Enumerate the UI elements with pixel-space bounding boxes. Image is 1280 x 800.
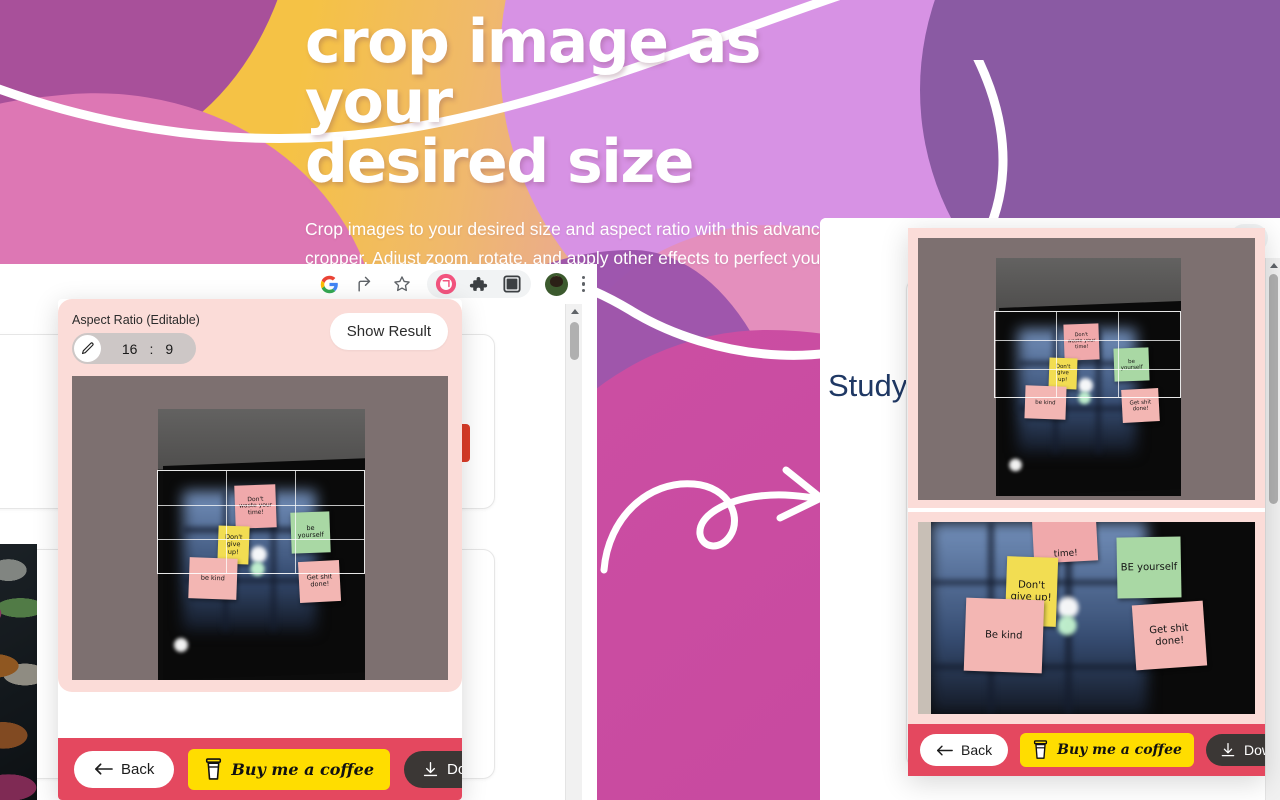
crop-selection-overlay-right[interactable] <box>993 311 1181 398</box>
download-arrow-icon <box>423 761 438 776</box>
download-button-label: Download <box>447 760 462 778</box>
browser-scrollbar-left[interactable] <box>565 304 582 800</box>
action-bar-right: Back Buy me a coffee Download <box>908 724 1265 776</box>
crop-panel-right: Don't waste your time! Don't give up! be… <box>908 228 1265 508</box>
sticky-note: Get shit done! <box>1131 600 1207 671</box>
aspect-ratio-control: Aspect Ratio (Editable) 16 : 9 <box>72 313 200 364</box>
browser-toolbar-left <box>0 264 597 304</box>
arrow-left-icon <box>936 745 953 755</box>
back-button-label: Back <box>961 742 993 758</box>
modal-spacer <box>58 692 462 738</box>
buy-me-a-coffee-button-right[interactable]: Buy me a coffee <box>1020 733 1194 767</box>
coffee-button-label: Buy me a coffee <box>1057 742 1182 758</box>
browser-window-left: dyin Aspect Ratio (Editable) <box>0 264 597 800</box>
aspect-separator: : <box>149 340 154 357</box>
aspect-width-value[interactable]: 16 <box>122 341 138 357</box>
download-button-label: Download <box>1243 742 1265 758</box>
crop-stage-right[interactable]: Don't waste your time! Don't give up! be… <box>918 238 1255 500</box>
scroll-up-arrow-icon[interactable] <box>1270 263 1278 268</box>
crop-panel-left: Aspect Ratio (Editable) 16 : 9 Show Resu… <box>58 299 462 692</box>
scrollbar-thumb[interactable] <box>570 322 579 360</box>
cropper-modal-left: Aspect Ratio (Editable) 16 : 9 Show Resu… <box>58 299 462 800</box>
buy-me-a-coffee-button-left[interactable]: Buy me a coffee <box>188 748 391 790</box>
bookmark-star-icon[interactable] <box>391 273 413 295</box>
download-arrow-icon <box>1221 742 1235 757</box>
scroll-up-arrow-icon[interactable] <box>571 309 579 314</box>
profile-avatar[interactable] <box>544 272 568 296</box>
sticky-note: Be kind <box>963 597 1044 674</box>
kebab-menu-icon[interactable] <box>581 275 585 293</box>
result-panel-right: time! Don't give up! BE yourself Be kind… <box>908 512 1265 724</box>
share-icon[interactable] <box>355 273 377 295</box>
crop-panel-header: Aspect Ratio (Editable) 16 : 9 Show Resu… <box>72 313 448 364</box>
show-result-button[interactable]: Show Result <box>329 313 448 350</box>
sticky-note: BE yourself <box>1116 536 1182 600</box>
pencil-icon[interactable] <box>74 335 101 362</box>
back-button-label: Back <box>121 760 155 778</box>
page-heading-right: Studyi <box>828 368 915 403</box>
google-icon[interactable] <box>319 273 341 295</box>
puzzle-extensions-icon[interactable] <box>468 273 490 295</box>
hero-section: crop image as your desired size Crop ima… <box>305 12 905 273</box>
action-bar-left: Back Buy me a coffee Download <box>58 738 462 800</box>
result-preview-right: time! Don't give up! BE yourself Be kind… <box>918 522 1255 714</box>
aspect-height-value[interactable]: 9 <box>165 341 173 357</box>
download-button-right[interactable]: Download <box>1205 734 1265 766</box>
coffee-cup-icon <box>1034 740 1048 759</box>
aspect-ratio-values: 16 : 9 <box>101 341 194 357</box>
cropper-modal-right: Don't waste your time! Don't give up! be… <box>908 228 1265 776</box>
page-photo-left <box>0 544 37 800</box>
crop-selection-overlay-left[interactable] <box>156 470 366 574</box>
coffee-button-label: Buy me a coffee <box>231 759 375 779</box>
aspect-ratio-pill[interactable]: 16 : 9 <box>72 333 196 364</box>
extension-pill-left <box>426 270 531 298</box>
browser-scrollbar-right[interactable] <box>1265 258 1280 800</box>
download-button-left[interactable]: Download <box>404 750 462 788</box>
browser-window-right: Studyi Subscribe Us <box>820 218 1280 800</box>
coffee-cup-icon <box>206 757 222 780</box>
sidebar-panel-icon[interactable] <box>501 273 523 295</box>
crop-stage-left[interactable]: Don't waste your time! Don't give up! be… <box>72 376 448 680</box>
screenshot-root: crop image as your desired size Crop ima… <box>0 0 1280 800</box>
back-button-left[interactable]: Back <box>74 750 175 788</box>
hero-title-line1: crop image as your <box>305 7 762 137</box>
aspect-ratio-label: Aspect Ratio (Editable) <box>72 313 200 327</box>
extension-crop-icon[interactable] <box>435 273 457 295</box>
hero-title-line2: desired size <box>305 127 694 197</box>
arrow-left-icon <box>95 763 113 775</box>
scrollbar-thumb[interactable] <box>1269 274 1278 504</box>
back-button-right[interactable]: Back <box>920 734 1009 766</box>
